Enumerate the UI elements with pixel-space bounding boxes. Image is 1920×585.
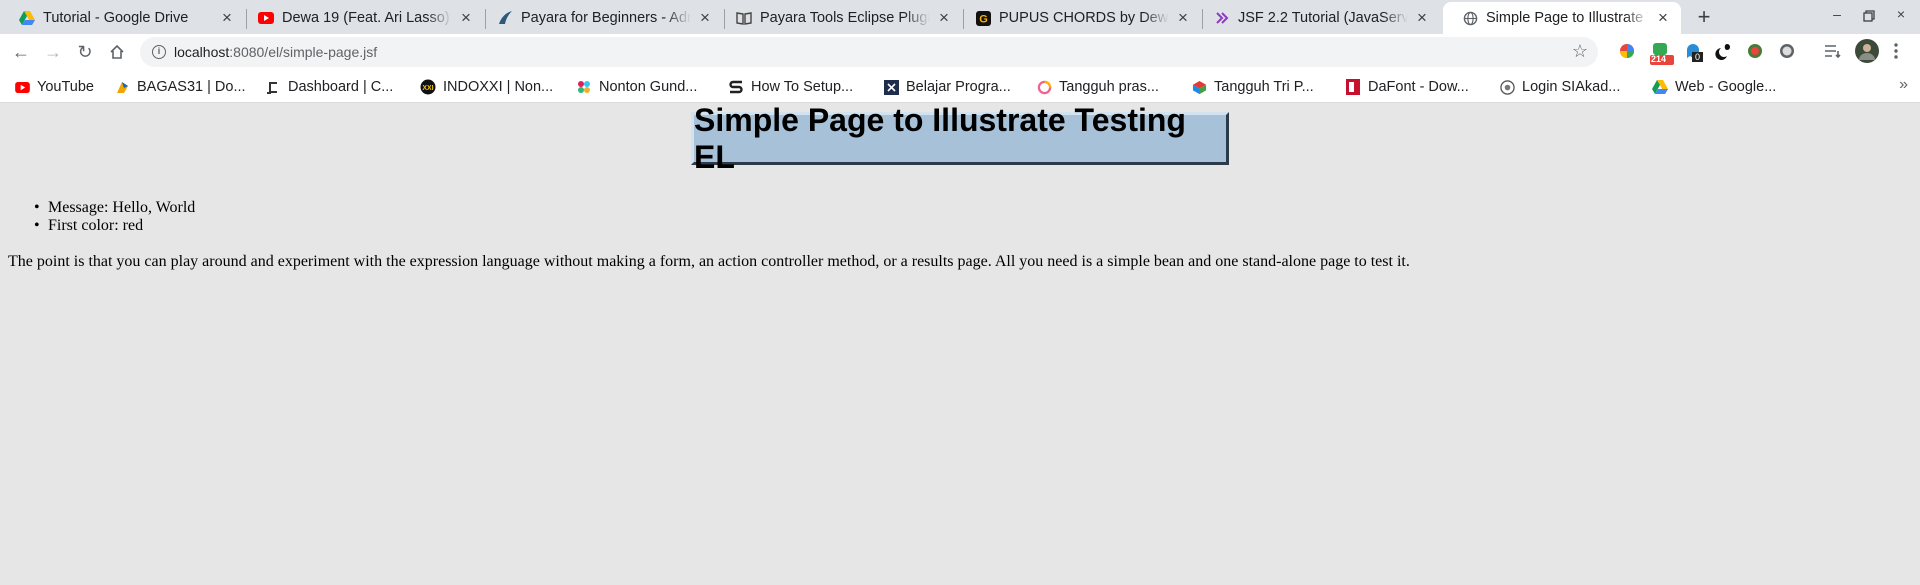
tab-strip: Tutorial - Google Drive × Dewa 19 (Feat.… <box>0 0 1920 34</box>
code-box-icon <box>883 79 899 95</box>
bookmark-bagas31[interactable]: BAGAS31 | Do... <box>114 78 246 96</box>
slack-like-icon <box>576 79 592 95</box>
youtube-icon <box>14 79 30 95</box>
svg-text:XXI: XXI <box>422 85 433 92</box>
google-drive-icon <box>1652 79 1668 95</box>
ghost-extension-icon[interactable]: 0 <box>1684 42 1704 62</box>
dashboard-icon <box>265 79 281 95</box>
close-icon[interactable]: × <box>1175 9 1191 26</box>
restore-icon[interactable] <box>1857 6 1881 28</box>
close-icon[interactable]: × <box>936 9 952 26</box>
close-icon[interactable]: × <box>697 9 713 26</box>
tab-simple-page[interactable]: Simple Page to Illustrate Testing EL × <box>1443 2 1681 34</box>
s-logo-icon <box>728 79 744 95</box>
bookmark-dafont[interactable]: DaFont - Dow... <box>1345 78 1469 96</box>
indoxxi-icon: XXI <box>420 79 436 95</box>
home-icon[interactable] <box>103 38 131 66</box>
forward-icon[interactable]: → <box>39 38 67 66</box>
new-tab-button[interactable]: + <box>1692 6 1716 30</box>
guitar-pick-icon: G <box>975 10 991 26</box>
list-item: First color: red <box>34 217 195 235</box>
counter-extension-icon[interactable]: 214 <box>1650 42 1674 65</box>
bookmark-web-google[interactable]: Web - Google... <box>1652 78 1776 96</box>
site-info-icon[interactable]: i <box>152 45 166 59</box>
close-window-icon[interactable]: × <box>1889 6 1913 28</box>
tab-title: Simple Page to Illustrate Testing EL <box>1486 10 1649 26</box>
close-icon[interactable]: × <box>219 9 235 26</box>
browser-toolbar: ← → ↻ i localhost:8080/el/simple-page.js… <box>0 34 1920 71</box>
bookmark-dashboard[interactable]: Dashboard | C... <box>265 78 393 96</box>
jsf-icon <box>1214 10 1230 26</box>
close-icon[interactable]: × <box>1414 9 1430 26</box>
bookmark-belajar-progra[interactable]: Belajar Progra... <box>883 78 1011 96</box>
bookmark-youtube[interactable]: YouTube <box>14 78 94 96</box>
tab-title: Payara Tools Eclipse Plugin <box>760 10 930 26</box>
tab-dewa19[interactable]: Dewa 19 (Feat. Ari Lasso) - Kangen × <box>239 2 484 34</box>
reading-list-icon[interactable] <box>1823 42 1843 62</box>
tab-title: JSF 2.2 Tutorial (JavaServer Faces) <box>1238 10 1408 26</box>
list-item: Message: Hello, World <box>34 199 195 217</box>
avatar[interactable] <box>1855 39 1879 63</box>
bookmark-login-siakad[interactable]: Login SIAkad... <box>1499 78 1620 96</box>
bookmark-star-icon[interactable]: ☆ <box>1572 41 1588 62</box>
gnome-extension-icon[interactable] <box>1715 42 1735 62</box>
close-icon[interactable]: × <box>1655 9 1671 26</box>
color-wheel-extension-icon[interactable] <box>1618 42 1638 62</box>
bookmark-tangguh-tri[interactable]: Tangguh Tri P... <box>1191 78 1314 96</box>
book-icon <box>736 10 752 26</box>
circle-ring-icon <box>1036 79 1052 95</box>
tab-title: Dewa 19 (Feat. Ari Lasso) - Kangen <box>282 10 452 26</box>
youtube-icon <box>258 10 274 26</box>
explanation-paragraph: The point is that you can play around an… <box>8 253 1410 270</box>
kebab-menu-icon[interactable] <box>1893 42 1913 62</box>
extension-badge: 214 <box>1651 54 1667 64</box>
globe-icon <box>1462 10 1478 26</box>
campus-icon <box>1499 79 1515 95</box>
more-bookmarks-icon[interactable]: » <box>1899 76 1908 94</box>
bookmark-tangguh-pras[interactable]: Tangguh pras... <box>1036 78 1159 96</box>
svg-text:G: G <box>979 13 988 25</box>
dafont-icon <box>1345 79 1361 95</box>
bookmark-nonton-gund[interactable]: Nonton Gund... <box>576 78 697 96</box>
circle-extension-icon[interactable] <box>1778 42 1798 62</box>
back-icon[interactable]: ← <box>7 38 35 66</box>
page-content: Simple Page to Illustrate Testing EL Mes… <box>0 102 1920 585</box>
tab-google-drive[interactable]: Tutorial - Google Drive × <box>0 2 245 34</box>
close-icon[interactable]: × <box>458 9 474 26</box>
values-list: Message: Hello, World First color: red <box>34 199 195 235</box>
page-title: Simple Page to Illustrate Testing EL <box>691 102 1229 175</box>
tab-payara-beginners[interactable]: Payara for Beginners - Admin × <box>478 2 723 34</box>
address-url[interactable]: localhost:8080/el/simple-page.jsf <box>174 44 377 60</box>
minimize-icon[interactable]: – <box>1825 6 1849 28</box>
tab-payara-tools[interactable]: Payara Tools Eclipse Plugin × <box>717 2 962 34</box>
bookmark-indoxxi[interactable]: XXI INDOXXI | Non... <box>420 78 553 96</box>
bookmark-how-to-setup[interactable]: How To Setup... <box>728 78 853 96</box>
cube-icon <box>1191 79 1207 95</box>
tab-jsf-tutorial[interactable]: JSF 2.2 Tutorial (JavaServer Faces) × <box>1195 2 1440 34</box>
reload-icon[interactable]: ↻ <box>71 38 99 66</box>
address-bar[interactable]: i localhost:8080/el/simple-page.jsf ☆ <box>140 37 1598 67</box>
bookmarks-bar: YouTube BAGAS31 | Do... Dashboard | C...… <box>0 71 1920 103</box>
tab-title: Payara for Beginners - Admin <box>521 10 691 26</box>
tab-pupus-chords[interactable]: G PUPUS CHORDS by Dewa 19 × <box>956 2 1201 34</box>
bagas31-icon <box>114 79 130 95</box>
google-drive-icon <box>19 10 35 26</box>
extension-badge: 0 <box>1692 52 1704 62</box>
shield-extension-icon[interactable] <box>1746 42 1766 62</box>
payara-fish-icon <box>497 10 513 26</box>
tab-title: PUPUS CHORDS by Dewa 19 <box>999 10 1169 26</box>
tab-title: Tutorial - Google Drive <box>43 10 189 26</box>
